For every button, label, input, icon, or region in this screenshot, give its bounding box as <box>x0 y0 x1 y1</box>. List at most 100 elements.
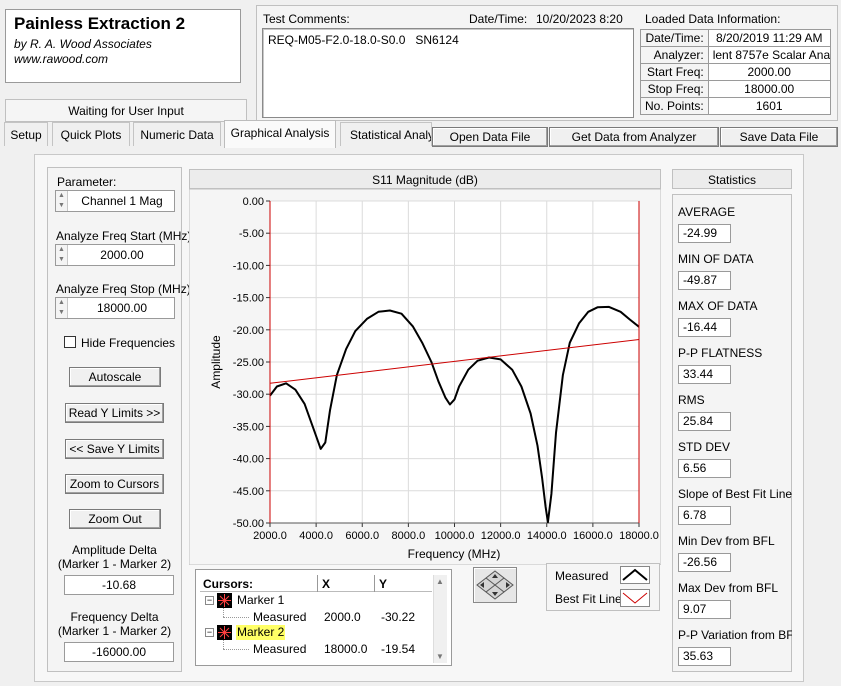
cursor-scrollbar[interactable]: ▲ ▼ <box>433 575 447 663</box>
stat-label: P-P FLATNESS <box>678 346 763 360</box>
freq-start-input[interactable]: ▲ ▼ 2000.00 <box>55 244 175 266</box>
x-tick-label: 14000.0 <box>527 530 567 542</box>
save-data-file-button[interactable]: Save Data File <box>720 127 838 147</box>
freq-start-value: 2000.00 <box>100 248 144 262</box>
x-tick-label: 4000.0 <box>299 530 333 542</box>
zoom-out-button[interactable]: Zoom Out <box>69 509 161 529</box>
cursor-col-y: Y <box>379 577 388 591</box>
scroll-down-icon[interactable]: ▼ <box>436 652 444 661</box>
cursor-col-x: X <box>322 577 331 591</box>
cursor-header-row: Cursors: X Y <box>200 575 432 592</box>
tab-setup[interactable]: Setup <box>4 122 48 146</box>
y-tick-label: -15.00 <box>233 293 264 305</box>
status-text: Waiting for User Input <box>68 104 184 118</box>
parameter-selector[interactable]: ▲ ▼ Channel 1 Mag <box>55 190 175 212</box>
test-comments-field[interactable]: REQ-M05-F2.0-18.0-S0.0 SN6124 <box>262 28 634 118</box>
y-tick-label: -5.00 <box>239 228 264 240</box>
stat-value: 33.44 <box>678 365 731 384</box>
test-comments-label: Test Comments: <box>263 12 350 26</box>
tab-numeric-data[interactable]: Numeric Data <box>133 122 221 146</box>
y-tick-label: -50.00 <box>233 518 264 530</box>
freq-stop-label: Analyze Freq Stop (MHz) <box>56 282 191 296</box>
datetime-value: 10/20/2023 8:20 <box>536 12 623 26</box>
freq-stop-value: 18000.00 <box>96 301 148 315</box>
x-tick-label: 2000.0 <box>253 530 287 542</box>
frequency-delta-sublabel: (Marker 1 - Marker 2) <box>57 624 172 638</box>
amplitude-delta-label: Amplitude Delta <box>72 543 157 557</box>
expand-collapse-icon[interactable]: − <box>205 628 214 637</box>
legend-bestfit-swatch <box>620 589 650 607</box>
open-data-file-button[interactable]: Open Data File <box>432 127 548 147</box>
loaded-data-key: Analyzer: <box>640 46 709 64</box>
marker-cursor-icon <box>217 625 232 640</box>
freq-stop-input[interactable]: ▲ ▼ 18000.00 <box>55 297 175 319</box>
loaded-data-key: Start Freq: <box>640 63 709 81</box>
chart[interactable]: 2000.0 4000.0 6000.0 8000.0 10000.0 12000.0 14… <box>189 189 661 565</box>
stat-label: AVERAGE <box>678 205 736 219</box>
x-tick-label: 18000.0 <box>619 530 659 542</box>
tab-graphical-analysis[interactable]: Graphical Analysis <box>224 120 336 148</box>
x-tick-label: 12000.0 <box>481 530 521 542</box>
cursor-plot-name: Measured <box>253 610 307 624</box>
statistics-title-bar: Statistics <box>672 169 792 189</box>
loaded-data-table: Date/Time: 8/20/2019 11:29 AM Analyzer: len… <box>640 29 831 115</box>
loaded-data-label: Loaded Data Information: <box>645 12 781 26</box>
zoom-to-cursors-button[interactable]: Zoom to Cursors <box>65 474 164 494</box>
stat-label: Min Dev from BFL <box>678 534 775 548</box>
loaded-data-key: No. Points: <box>640 97 709 115</box>
save-y-limits-button[interactable]: << Save Y Limits <box>65 439 164 459</box>
get-data-from-analyzer-button[interactable]: Get Data from Analyzer <box>549 127 719 147</box>
legend-measured-swatch <box>620 566 650 584</box>
loaded-data-row: Stop Freq: 18000.00 <box>640 80 831 98</box>
legend-measured-label: Measured <box>555 569 609 583</box>
y-tick-label: -30.00 <box>233 389 264 401</box>
company-name: by R. A. Wood Associates <box>14 37 152 51</box>
statistics-title: Statistics <box>707 173 756 187</box>
cursor-x-value: 18000.0 <box>324 642 368 656</box>
cursor-y-value: -19.54 <box>381 642 416 656</box>
app-title: Painless Extraction 2 <box>14 14 186 33</box>
stat-value: -49.87 <box>678 271 731 290</box>
scroll-up-icon[interactable]: ▲ <box>436 577 444 586</box>
frequency-delta-value: -16000.00 <box>64 642 174 662</box>
cursor-y-value: -30.22 <box>381 610 416 624</box>
ring-spin-icon[interactable]: ▲ ▼ <box>56 191 68 211</box>
status-panel: Waiting for User Input <box>5 99 247 122</box>
loaded-data-row: No. Points: 1601 <box>640 97 831 115</box>
col-divider <box>374 575 375 592</box>
stat-value: 6.78 <box>678 506 731 525</box>
cursor-col-name: Cursors: <box>203 577 254 591</box>
cursor-name[interactable]: Marker 2 <box>236 625 286 640</box>
read-y-limits-button[interactable]: Read Y Limits >> <box>65 403 164 423</box>
stat-value: -24.99 <box>678 224 731 243</box>
increment-icon[interactable]: ▲ ▼ <box>56 245 68 265</box>
x-axis-label: Frequency (MHz) <box>408 547 501 561</box>
y-tick-label: -35.00 <box>233 421 264 433</box>
freq-start-label: Analyze Freq Start (MHz) <box>56 229 192 243</box>
amplitude-delta-sublabel: (Marker 1 - Marker 2) <box>57 557 172 571</box>
test-comments-value: REQ-M05-F2.0-18.0-S0.0 SN6124 <box>268 33 459 47</box>
hide-frequencies-checkbox[interactable] <box>64 336 76 348</box>
cursor-move-control[interactable] <box>473 567 517 603</box>
loaded-data-row: Analyzer: lent 8757e Scalar Analy <box>640 46 831 64</box>
cursor-x-value: 2000.0 <box>324 610 361 624</box>
autoscale-button[interactable]: Autoscale <box>69 367 161 387</box>
x-tick-label: 8000.0 <box>392 530 426 542</box>
tab-quick-plots[interactable]: Quick Plots <box>52 122 130 146</box>
expand-collapse-icon[interactable]: − <box>205 596 214 605</box>
tab-statistical-analysis[interactable]: Statistical Analy <box>340 122 432 146</box>
loaded-data-key: Stop Freq: <box>640 80 709 98</box>
increment-icon[interactable]: ▲ ▼ <box>56 298 68 318</box>
hide-frequencies-label: Hide Frequencies <box>81 336 176 350</box>
loaded-data-value: lent 8757e Scalar Analy <box>707 46 831 64</box>
website: www.rawood.com <box>14 52 109 66</box>
cursor-name[interactable]: Marker 1 <box>236 593 285 608</box>
stat-value: 6.56 <box>678 459 731 478</box>
stat-label: MAX OF DATA <box>678 299 758 313</box>
marker-cursor-icon <box>217 593 232 608</box>
stat-label: STD DEV <box>678 440 731 454</box>
loaded-data-value: 8/20/2019 11:29 AM <box>707 29 831 47</box>
stat-value: -16.44 <box>678 318 731 337</box>
stat-value: 9.07 <box>678 600 731 619</box>
legend: Measured Best Fit Line <box>546 563 660 611</box>
